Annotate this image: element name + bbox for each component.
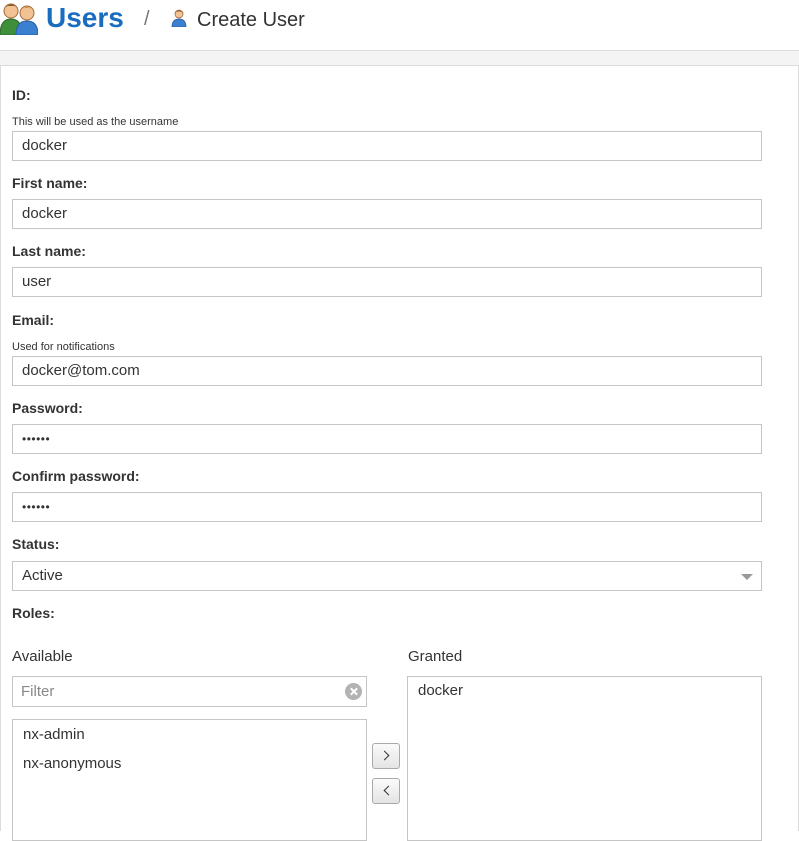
- chevron-right-icon: [379, 750, 390, 761]
- granted-roles-list[interactable]: docker: [407, 676, 762, 841]
- list-item[interactable]: docker: [418, 681, 463, 701]
- last-name-label: Last name:: [12, 243, 86, 259]
- breadcrumb-separator: /: [144, 8, 150, 30]
- list-item[interactable]: nx-anonymous: [23, 754, 121, 774]
- first-name-label: First name:: [12, 175, 88, 191]
- id-label: ID:: [12, 87, 31, 103]
- email-field[interactable]: docker@tom.com: [12, 356, 762, 386]
- confirm-password-label: Confirm password:: [12, 468, 140, 484]
- move-right-button[interactable]: [372, 743, 400, 769]
- status-value: Active: [22, 567, 63, 584]
- move-left-button[interactable]: [372, 778, 400, 804]
- id-field[interactable]: docker: [12, 131, 762, 161]
- dropdown-arrow-icon[interactable]: [741, 574, 753, 580]
- roles-label: Roles:: [12, 605, 55, 621]
- last-name-field[interactable]: user: [12, 267, 762, 297]
- user-icon: [171, 9, 187, 27]
- first-name-field[interactable]: docker: [12, 199, 762, 229]
- confirm-password-value: ••••••: [22, 500, 51, 514]
- roles-filter[interactable]: [12, 676, 367, 707]
- password-field[interactable]: ••••••: [12, 424, 762, 454]
- chevron-left-icon: [383, 785, 394, 796]
- users-icon: [0, 3, 38, 35]
- email-value: docker@tom.com: [22, 362, 140, 379]
- granted-title: Granted: [408, 648, 463, 665]
- clear-filter-icon[interactable]: [345, 683, 362, 700]
- available-title: Available: [12, 648, 73, 665]
- available-roles-list[interactable]: nx-admin nx-anonymous: [12, 719, 367, 841]
- first-name-value: docker: [22, 205, 68, 222]
- page-header: Users / Create User: [0, 0, 799, 51]
- password-label: Password:: [12, 400, 83, 416]
- list-item[interactable]: nx-admin: [23, 725, 85, 745]
- id-value: docker: [22, 137, 68, 154]
- id-hint: This will be used as the username: [12, 116, 179, 128]
- toolbar-band: [0, 51, 799, 66]
- status-label: Status:: [12, 536, 60, 552]
- confirm-password-field[interactable]: ••••••: [12, 492, 762, 522]
- page-title[interactable]: Users: [46, 1, 124, 35]
- password-value: ••••••: [22, 432, 51, 446]
- filter-input[interactable]: [13, 677, 341, 706]
- last-name-value: user: [22, 273, 52, 290]
- status-select[interactable]: Active: [12, 561, 762, 591]
- email-hint: Used for notifications: [12, 341, 115, 353]
- email-label: Email:: [12, 312, 55, 328]
- breadcrumb-current: Create User: [197, 9, 305, 31]
